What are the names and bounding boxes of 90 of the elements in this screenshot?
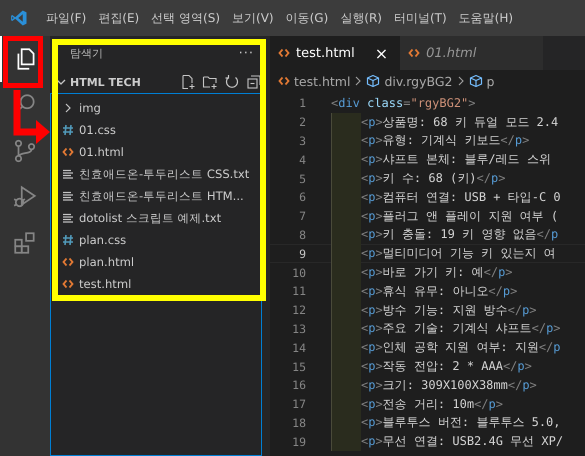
breadcrumb-item[interactable]: test.html: [294, 74, 350, 88]
menu-item[interactable]: 보기(V): [232, 10, 274, 26]
code-line: <p>플러그 앤 플레이 지원 여부 (: [360, 208, 558, 225]
file-item[interactable]: img: [79, 101, 101, 115]
code-line: <div class="rgyBG2">: [331, 96, 476, 110]
line-number: 1: [298, 96, 306, 110]
menu-item[interactable]: 도움말(H): [458, 10, 514, 26]
cube-icon: [468, 74, 483, 88]
chevron-icon[interactable]: [56, 77, 66, 87]
new-file-icon[interactable]: [180, 74, 196, 90]
menu-item[interactable]: 파일(F): [46, 10, 86, 26]
code-line: <p>블루투스 버전: 블루투스 5.0,: [360, 414, 560, 432]
collapse-all-icon[interactable]: [246, 74, 262, 90]
breadcrumb-item[interactable]: div.rgyBG2: [384, 74, 453, 88]
code-line: <p>키 수: 68 (키)</p>: [360, 170, 506, 188]
code-line: <p>상품명: 68 키 듀얼 모드 2.4: [360, 114, 558, 131]
logo-icon: [10, 9, 28, 27]
line-number: 16: [291, 378, 306, 392]
line-number: 3: [298, 134, 306, 148]
menu-item[interactable]: 실행(R): [340, 10, 382, 26]
text-file-icon: [62, 190, 74, 202]
new-folder-icon[interactable]: [202, 74, 218, 90]
line-number: 17: [291, 397, 306, 412]
code-line: <p>샤프트 본체: 블루/레드 스위: [360, 151, 551, 168]
menu-item[interactable]: 이동(G): [286, 10, 328, 26]
file-item[interactable]: plan.html: [79, 255, 134, 269]
run-debug-icon[interactable]: [12, 184, 38, 210]
chevron-icon[interactable]: [63, 103, 73, 113]
section-title[interactable]: HTML TECH: [70, 76, 141, 88]
text-file-icon: [62, 212, 74, 224]
line-number: 11: [291, 284, 306, 298]
menu-item[interactable]: 터미널(T): [394, 10, 447, 26]
code-line: <p>컴퓨터 연결: USB + 타입-C 0: [360, 188, 561, 206]
more-button[interactable]: ···: [238, 46, 254, 61]
file-item[interactable]: plan.css: [79, 233, 126, 247]
code-line: <p>휴식 유무: 아니오</p>: [360, 282, 518, 300]
file-item[interactable]: dotolist 스크립트 예제.txt: [79, 210, 222, 226]
code-line: <p>바로 가기 키: 예</p>: [360, 264, 513, 282]
file-item[interactable]: 01.html: [79, 145, 124, 159]
code-line: <p>멀티미디어 기능 키 있는지 여: [360, 245, 556, 262]
text-file-icon: [62, 168, 74, 180]
line-number: 9: [298, 246, 306, 261]
line-number: 6: [298, 190, 306, 204]
line-number: 4: [298, 152, 306, 167]
menu-item[interactable]: 선택 영역(S): [151, 10, 220, 26]
code-line: <p>유형: 기계식 키보드</p>: [360, 132, 530, 150]
line-number: 7: [298, 209, 306, 224]
refresh-icon[interactable]: [224, 74, 240, 90]
file-item[interactable]: 친효애드온-투두리스트 HTM...: [79, 188, 244, 204]
close-button[interactable]: ×: [374, 44, 388, 62]
hash-icon: [62, 124, 74, 136]
line-number: 13: [291, 322, 306, 336]
line-number: 12: [291, 303, 306, 318]
code-line: <p>작동 전압: 2 * AAA</p>: [360, 358, 532, 376]
annotation-arrow: [12, 90, 52, 146]
editor-tab[interactable]: test.html ×: [270, 36, 400, 70]
line-number: 8: [298, 228, 306, 242]
code-line: <p>무선 연결: USB2.4G 무선 XP/: [360, 433, 564, 450]
file-item[interactable]: 친효애드온-투두리스트 CSS.txt: [79, 166, 250, 182]
highlight-frame: [3, 36, 43, 88]
line-number: 14: [291, 340, 306, 355]
line-number: 10: [291, 266, 306, 280]
file-item[interactable]: 01.css: [79, 123, 116, 137]
editor-tab[interactable]: 01.html: [400, 36, 544, 70]
code-line: <p>주요 기술: 기계식 샤프트</p>: [360, 320, 561, 338]
file-item[interactable]: test.html: [79, 277, 132, 291]
cube-icon: [366, 74, 380, 88]
line-number: 5: [298, 172, 306, 186]
line-number: 15: [291, 360, 306, 374]
hash-icon: [62, 234, 74, 246]
code-brackets-icon: [278, 47, 290, 59]
code-line: <p>방수 기능: 지원 방수</p>: [360, 302, 537, 319]
panel-title: 탐색기: [70, 46, 103, 61]
code-brackets-icon: [278, 75, 290, 87]
chevron-icon: [354, 76, 362, 86]
code-line: <p>크기: 309X100X38mm</p>: [360, 376, 537, 394]
line-number: 18: [291, 416, 306, 430]
code-line: <p>키 충돌: 19 키 영향 없음</p: [360, 226, 558, 244]
chevron-icon: [456, 76, 465, 86]
menu-item[interactable]: 편집(E): [98, 10, 140, 26]
code-line: <p>전송 거리: 10m</p>: [360, 396, 503, 413]
breadcrumb-item[interactable]: p: [486, 74, 494, 88]
code-brackets-icon: [62, 278, 74, 290]
line-number: 2: [298, 115, 306, 130]
line-number: 19: [291, 434, 306, 449]
code-brackets-icon: [62, 256, 74, 268]
code-line: <p>인체 공학 지원 여부: 지원</p: [360, 339, 561, 356]
code-brackets-icon: [408, 47, 420, 59]
code-brackets-icon: [62, 146, 74, 158]
branch-icon[interactable]: [12, 138, 38, 164]
